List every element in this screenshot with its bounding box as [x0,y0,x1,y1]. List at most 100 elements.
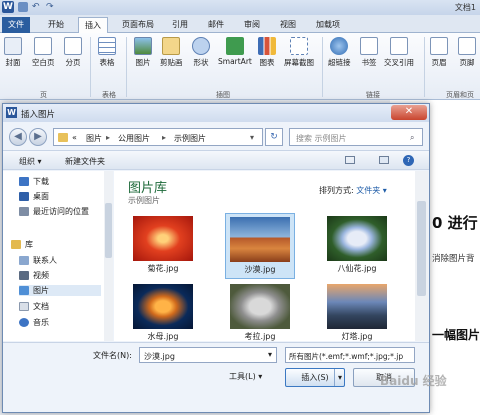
filename-input[interactable]: 沙漠.jpg ▾ [139,347,277,363]
smartart-icon [225,37,244,55]
tab-references[interactable]: 引用 [166,17,194,33]
pictures-icon [19,286,29,295]
back-button[interactable]: ◀ [9,128,27,146]
shapes-button[interactable]: 形状 [192,37,210,68]
bookmark-button[interactable]: 书签 [360,37,378,68]
jellyfish-image [133,284,193,329]
file-thumbnail[interactable]: 灯塔.jpg [322,281,392,347]
page-break-label: 分页 [65,58,81,67]
insert-button[interactable]: 插入(S) ▾ [285,368,345,387]
tab-file[interactable]: 文件 [2,17,30,33]
close-button[interactable]: ✕ [391,105,427,120]
downloads-icon [19,177,29,186]
watermark-logo: Baidu 经验 [380,374,447,388]
undo-icon[interactable]: ↶ [32,2,42,12]
chevron-down-icon[interactable]: ▾ [268,350,272,359]
footer-label: 页脚 [459,58,475,67]
arrange-dropdown[interactable]: 文件夹 ▾ [356,186,387,195]
tab-page-layout[interactable]: 页面布局 [116,17,160,33]
tab-view[interactable]: 视图 [274,17,302,33]
nav-item-pictures[interactable]: 图片 [19,285,101,296]
word-title-bar: W ↶ ↷ 文档1 [0,0,480,15]
search-input[interactable]: 搜索 示例图片 [296,133,347,144]
save-icon[interactable] [18,2,28,12]
word-logo-icon: W [2,1,14,13]
scrollbar-thumb[interactable] [105,203,112,258]
page-break-button[interactable]: 分页 [64,37,82,68]
address-bar[interactable]: « 图片 ▸ 公用图片 ▸ 示例图片 ▾ [53,128,263,146]
nav-item-music[interactable]: 音乐 [19,317,49,328]
file-thumbnail-selected[interactable]: 沙漠.jpg [225,213,295,279]
scrollbar-thumb[interactable] [417,201,426,296]
picture-button[interactable]: 图片 [134,37,152,68]
breadcrumb-separator: ▸ [162,133,167,142]
ribbon: 封面 空白页 分页 页 表格 表格 图片 剪贴画 形状 SmartArt 图表 … [0,33,480,100]
nav-item-libraries[interactable]: 库 [11,239,33,250]
dialog-title-bar: W 插入图片 ✕ [3,104,429,122]
smartart-button[interactable]: SmartArt [218,37,252,66]
file-thumbnail[interactable]: 考拉.jpg [225,281,295,347]
forward-arrow-icon: ▶ [34,131,42,142]
tab-insert[interactable]: 插入 [78,17,108,33]
file-type-select[interactable]: 所有图片(*.emf;*.wmf;*.jpg;*.jp [285,347,415,363]
footer-button[interactable]: 页脚 [458,37,476,68]
search-box[interactable]: 搜索 示例图片 ⌕ [289,128,423,146]
nav-item-recent-places[interactable]: 最近访问的位置 [19,206,89,217]
document-text-line: 消除图片背 [432,254,475,264]
insert-dropdown-icon[interactable]: ▾ [333,369,342,386]
blank-page-button[interactable]: 空白页 [32,37,55,68]
file-list-area: 图片库 示例图片 排列方式: 文件夹 ▾ 菊花.jpg 沙漠.jpg 八仙花.j… [114,171,428,341]
forward-button[interactable]: ▶ [29,128,47,146]
cover-page-button[interactable]: 封面 [4,37,22,68]
library-title: 图片库 [128,181,168,196]
tab-home[interactable]: 开始 [42,17,70,33]
search-icon: ⌕ [410,133,415,142]
nav-item-contacts[interactable]: 联系人 [19,255,57,266]
ribbon-tabs: 文件 开始 插入 页面布局 引用 邮件 审阅 视图 加载项 [0,15,480,33]
screenshot-icon [290,37,308,55]
file-thumbnail[interactable]: 水母.jpg [128,281,198,347]
blank-page-icon [34,37,53,55]
screenshot-button[interactable]: 屏幕截图 [284,37,314,68]
nav-item-documents[interactable]: 文档 [19,301,49,312]
file-thumbnail[interactable]: 菊花.jpg [128,213,198,279]
bookmark-label: 书签 [361,58,377,67]
organize-button[interactable]: 组织 ▾ [19,156,42,167]
file-thumbnail[interactable]: 八仙花.jpg [322,213,392,279]
tab-mailings[interactable]: 邮件 [202,17,230,33]
address-root[interactable]: « [72,133,77,142]
document-text-line: 一幅图片 [432,328,480,342]
refresh-button[interactable]: ↻ [265,128,283,146]
dialog-title: 插入图片 [21,110,56,120]
address-dropdown-icon[interactable]: ▾ [250,133,254,142]
nav-pane-scrollbar[interactable] [104,171,113,341]
header-button[interactable]: 页眉 [430,37,448,68]
tools-button[interactable]: 工具(L) ▾ [229,371,262,382]
help-icon[interactable]: ? [403,155,414,166]
footer-icon [458,37,476,55]
cross-reference-button[interactable]: 交叉引用 [384,37,414,68]
tab-addins[interactable]: 加载项 [310,17,346,33]
page-break-icon [64,37,82,55]
ribbon-separator [90,37,91,97]
header-icon [430,37,448,55]
nav-item-desktop[interactable]: 桌面 [19,191,49,202]
table-button[interactable]: 表格 [98,37,116,68]
clip-art-button[interactable]: 剪贴画 [160,37,183,68]
documents-icon [19,302,29,311]
hyperlink-button[interactable]: 超链接 [328,37,351,68]
redo-icon[interactable]: ↷ [46,2,56,12]
breadcrumb-sample-pictures[interactable]: 示例图片 [174,133,206,144]
view-options-icon[interactable] [345,156,355,164]
breadcrumb-pictures[interactable]: 图片 [86,133,102,144]
preview-pane-icon[interactable] [379,156,389,164]
file-name: 考拉.jpg [244,332,276,341]
navigation-pane: 下载 桌面 最近访问的位置 库 联系人 视频 图片 文档 音乐 [3,171,113,341]
file-list-scrollbar[interactable] [415,171,428,341]
new-folder-button[interactable]: 新建文件夹 [65,156,105,167]
nav-item-downloads[interactable]: 下载 [19,176,49,187]
chart-button[interactable]: 图表 [258,37,276,68]
tab-review[interactable]: 审阅 [238,17,266,33]
nav-item-videos[interactable]: 视频 [19,270,49,281]
breadcrumb-public-pictures[interactable]: 公用图片 [118,133,150,144]
